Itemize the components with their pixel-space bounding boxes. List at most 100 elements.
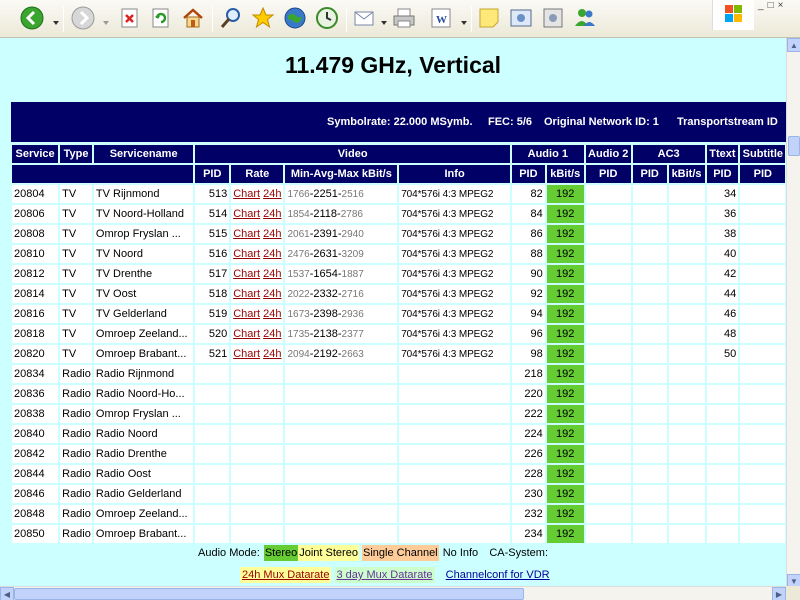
avg-kbit: 2391	[313, 228, 338, 240]
edit-dropdown-icon[interactable]	[460, 14, 468, 25]
screenshot-icon[interactable]	[508, 5, 534, 31]
chart-link[interactable]: Chart	[233, 188, 260, 200]
audio2-pid	[585, 525, 631, 543]
24h-link[interactable]: 24h	[263, 208, 281, 220]
chart-link[interactable]: Chart	[233, 268, 260, 280]
forward-icon[interactable]	[70, 5, 96, 31]
home-icon[interactable]	[180, 5, 206, 31]
service-type: TV	[60, 265, 92, 283]
audio2-pid	[585, 485, 631, 503]
video-info: 704*576i 4:3 MPEG2	[399, 205, 510, 223]
ac3-kbit	[668, 185, 705, 203]
horizontal-scrollbar[interactable]: ◀ ▶	[0, 586, 786, 600]
24h-link[interactable]: 24h	[263, 328, 281, 340]
24h-link[interactable]: 24h	[263, 348, 281, 360]
chart-link[interactable]: Chart	[233, 228, 260, 240]
video-info	[399, 385, 510, 403]
ac3-kbit	[668, 205, 705, 223]
vertical-scrollbar[interactable]: ▲ ▼	[786, 38, 800, 588]
scroll-right-icon[interactable]: ▶	[772, 587, 786, 600]
service-id: 20834	[12, 365, 59, 383]
min-kbit: 1537	[287, 269, 310, 280]
ac3-kbit	[668, 225, 705, 243]
max-kbit: 1887	[341, 269, 364, 280]
24h-link[interactable]: 24h	[263, 288, 281, 300]
24h-link[interactable]: 24h	[263, 228, 281, 240]
table-row: 20838 Radio Omrop Fryslan ... 222 192	[12, 405, 786, 423]
service-type: TV	[60, 185, 92, 203]
service-name: Radio Noord	[93, 425, 194, 443]
audio-mode-label: Audio Mode:	[198, 547, 260, 559]
service-name: Omroep Zeeland...	[93, 325, 194, 343]
mail-icon[interactable]	[352, 5, 378, 31]
col-audio2: Audio 2	[585, 145, 631, 163]
min-avg-max: 1766-2251-2516	[285, 185, 398, 203]
back-dropdown-icon[interactable]	[52, 14, 60, 25]
back-icon[interactable]	[19, 5, 45, 31]
subtitle-pid	[740, 225, 786, 243]
col-ac3: AC3	[632, 145, 705, 163]
chart-link[interactable]: Chart	[233, 328, 260, 340]
service-name: TV Noord	[93, 245, 194, 263]
ac3-pid	[632, 265, 667, 283]
24h-link[interactable]: 24h	[263, 308, 281, 320]
close-button[interactable]: ×	[778, 0, 784, 14]
messenger-icon[interactable]	[572, 5, 598, 31]
col-audio1: Audio 1	[511, 145, 584, 163]
horizontal-scroll-thumb[interactable]	[14, 588, 524, 600]
notes-icon[interactable]	[476, 5, 502, 31]
chart-link[interactable]: Chart	[233, 208, 260, 220]
audio1-kbit: 192	[546, 185, 584, 203]
audio1-pid: 224	[511, 425, 545, 443]
audio2-pid	[585, 225, 631, 243]
video-pid: 517	[195, 265, 230, 283]
min-kbit: 1766	[287, 189, 310, 200]
favorites-icon[interactable]	[250, 5, 276, 31]
24h-link[interactable]: 24h	[263, 188, 281, 200]
maximize-button[interactable]: □	[768, 0, 774, 14]
ac3-pid	[632, 385, 667, 403]
rate-cell	[231, 365, 284, 383]
forward-dropdown-icon[interactable]	[102, 14, 110, 25]
settings-icon[interactable]	[540, 5, 566, 31]
ac3-kbit	[668, 285, 705, 303]
audio2-pid	[585, 385, 631, 403]
avg-kbit: 2398	[313, 308, 338, 320]
24h-link[interactable]: 24h	[263, 268, 281, 280]
service-name: Omrop Fryslan ...	[93, 405, 194, 423]
channelconf-vdr-link[interactable]: Channelconf for VDR	[444, 567, 552, 583]
3day-mux-datarate-link[interactable]: 3 day Mux Datarate	[334, 567, 435, 583]
chart-link[interactable]: Chart	[233, 308, 260, 320]
ac3-pid	[632, 285, 667, 303]
table-row: 20804 TV TV Rijnmond 513 Chart 24h 1766-2251-…	[12, 185, 786, 203]
video-info	[399, 465, 510, 483]
media-icon[interactable]	[282, 5, 308, 31]
table-row: 20816 TV TV Gelderland 519 Chart 24h 1673-239…	[12, 305, 786, 323]
vertical-scroll-thumb[interactable]	[788, 136, 800, 156]
min-avg-max	[285, 365, 398, 383]
table-row: 20820 TV Omroep Brabant... 521 Chart 24h 2094…	[12, 345, 786, 363]
scroll-up-icon[interactable]: ▲	[787, 38, 800, 52]
24h-mux-datarate-link[interactable]: 24h Mux Datarate	[240, 567, 332, 583]
print-icon[interactable]	[391, 5, 417, 31]
video-info: 704*576i 4:3 MPEG2	[399, 305, 510, 323]
ttext-pid	[706, 385, 739, 403]
edit-icon[interactable]: W	[428, 5, 454, 31]
stop-icon[interactable]	[117, 5, 143, 31]
refresh-icon[interactable]	[148, 5, 174, 31]
video-pid: 514	[195, 205, 230, 223]
search-icon[interactable]	[218, 5, 244, 31]
chart-link[interactable]: Chart	[233, 348, 260, 360]
chart-link[interactable]: Chart	[233, 288, 260, 300]
history-icon[interactable]	[314, 5, 340, 31]
minimize-button[interactable]: _	[758, 0, 764, 14]
scroll-left-icon[interactable]: ◀	[0, 587, 14, 600]
ttext-pid	[706, 485, 739, 503]
chart-link[interactable]: Chart	[233, 248, 260, 260]
24h-link[interactable]: 24h	[263, 248, 281, 260]
mail-dropdown-icon[interactable]	[380, 14, 388, 25]
service-id: 20838	[12, 405, 59, 423]
col-video: Video	[195, 145, 510, 163]
subtitle-pid	[740, 525, 786, 543]
subtitle-pid	[740, 205, 786, 223]
